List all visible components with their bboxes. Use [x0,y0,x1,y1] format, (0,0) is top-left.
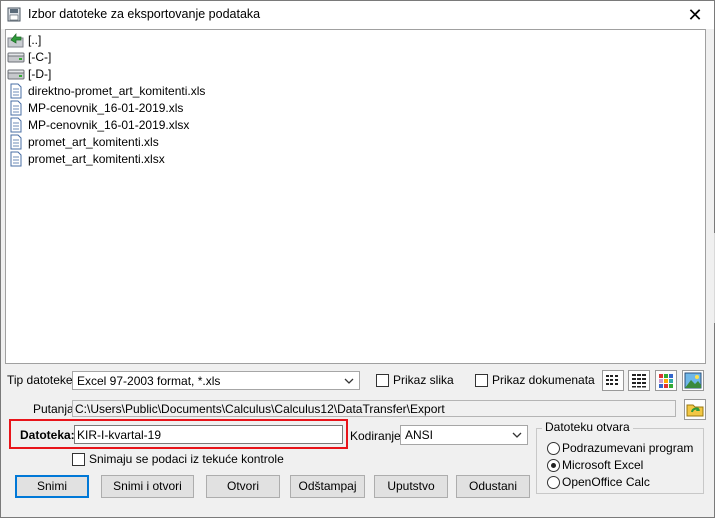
print-button[interactable]: Odštampaj [290,475,365,498]
list-item-drive-c[interactable]: [-C-] [7,48,51,65]
save-from-control-label: Snimaju se podaci iz tekuće kontrole [89,452,284,466]
export-file-dialog: Izbor datoteke za eksportovanje podataka… [0,0,715,518]
document-icon [10,134,22,149]
list-item-label: promet_art_komitenti.xlsx [28,151,165,166]
dialog-app-icon [7,7,21,22]
document-icon [10,100,22,115]
folder-refresh-icon [686,404,704,417]
list-item-parent-folder[interactable]: [..] [7,31,41,48]
list-view-icon [606,375,618,385]
drive-icon [7,69,25,79]
checkbox-box[interactable] [72,452,85,466]
save-and-open-button[interactable]: Snimi i otvori [101,475,194,498]
thumbnail-view-icon [659,374,673,388]
cancel-button[interactable]: Odustani [456,475,530,498]
file-type-value: Excel 97-2003 format, *.xls [77,374,221,388]
close-icon: ✕ [687,5,703,25]
folder-up-icon [7,32,24,47]
path-field: C:\Users\Public\Documents\Calculus\Calcu… [72,400,676,417]
list-item-label: [..] [28,32,42,47]
checkbox-box[interactable] [475,373,488,387]
title-bar: Izbor datoteke za eksportovanje podataka… [1,1,714,29]
filename-label: Datoteka: [20,428,75,442]
show-images-checkbox[interactable]: Prikaz slika [376,373,454,387]
open-button[interactable]: Otvori [206,475,280,498]
radio-label: Podrazumevani program [562,441,694,455]
radio-label: OpenOffice Calc [562,475,650,489]
thumbnail-view-button[interactable] [655,370,677,391]
list-item-label: [-D-] [28,66,52,81]
list-item-drive-d[interactable]: [-D-] [7,65,51,82]
encoding-label: Kodiranje: [350,429,405,443]
radio-default-program[interactable]: Podrazumevani program [547,441,693,455]
radio-circle[interactable] [547,441,560,455]
detail-view-button[interactable] [628,370,650,391]
list-item-label: MP-cenovnik_16-01-2019.xls [28,100,184,115]
detail-view-icon [632,374,646,388]
image-view-icon [684,372,702,389]
save-from-control-checkbox[interactable]: Snimaju se podaci iz tekuće kontrole [72,452,284,466]
list-item-label: MP-cenovnik_16-01-2019.xlsx [28,117,190,132]
close-button[interactable]: ✕ [684,4,706,26]
path-label: Putanja: [33,402,78,416]
encoding-select[interactable]: ANSI [400,425,528,445]
chevron-down-icon [512,432,522,438]
list-item-file[interactable]: MP-cenovnik_16-01-2019.xlsx [7,116,189,133]
list-item-label: direktno-promet_art_komitenti.xls [28,83,206,98]
document-icon [10,117,22,132]
list-item-file[interactable]: promet_art_komitenti.xls [7,133,159,150]
radio-openoffice-calc[interactable]: OpenOffice Calc [547,475,650,489]
file-type-label: Tip datoteke: [7,373,76,387]
document-icon [10,151,22,166]
list-item-label: [-C-] [28,49,52,64]
list-item-file[interactable]: direktno-promet_art_komitenti.xls [7,82,205,99]
help-button[interactable]: Uputstvo [374,475,448,498]
save-button[interactable]: Snimi [15,475,89,498]
list-item-label: promet_art_komitenti.xls [28,134,159,149]
document-icon [10,83,22,98]
list-item-file[interactable]: MP-cenovnik_16-01-2019.xls [7,99,183,116]
file-list[interactable]: [..] [-C-] [-D-] direktno-promet_art_kom… [5,29,706,364]
image-view-button[interactable] [682,370,704,391]
file-type-select[interactable]: Excel 97-2003 format, *.xls [72,371,360,390]
dialog-title: Izbor datoteke za eksportovanje podataka [28,7,261,21]
browse-folder-button[interactable] [684,399,706,420]
radio-label: Microsoft Excel [562,458,644,472]
show-documents-checkbox[interactable]: Prikaz dokumenata [475,373,595,387]
checkbox-box[interactable] [376,373,389,387]
drive-icon [7,52,25,62]
show-images-label: Prikaz slika [393,373,454,387]
radio-microsoft-excel[interactable]: Microsoft Excel [547,458,643,472]
filename-input[interactable] [74,425,343,444]
radio-circle[interactable] [547,458,560,472]
list-view-button[interactable] [602,370,624,391]
encoding-value: ANSI [405,428,434,442]
show-documents-label: Prikaz dokumenata [492,373,595,387]
radio-circle[interactable] [547,475,560,489]
chevron-down-icon [344,378,354,384]
list-item-file[interactable]: promet_art_komitenti.xlsx [7,150,165,167]
open-with-title: Datoteku otvara [542,420,633,434]
